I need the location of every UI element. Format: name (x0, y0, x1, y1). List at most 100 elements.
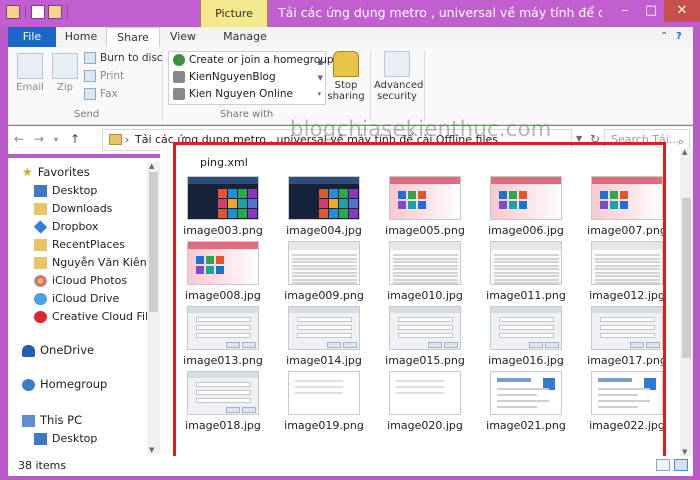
item-count: 38 items (18, 459, 67, 472)
file-thumbnail (187, 241, 259, 285)
minimize-button[interactable]: – (612, 0, 638, 22)
scrollbar-thumb[interactable] (682, 198, 691, 358)
onedrive-icon (22, 344, 35, 357)
tab-home[interactable]: Home (56, 27, 106, 47)
address-dropdown-icon[interactable]: ▼ (576, 134, 582, 143)
folder-icon[interactable] (6, 5, 20, 19)
file-name: image019.png (284, 419, 364, 432)
nav-favorites[interactable]: ★ Favorites (22, 164, 90, 181)
nav-recent-places[interactable]: RecentPlaces (34, 236, 125, 253)
file-item[interactable]: image007.png (581, 176, 673, 240)
file-item[interactable]: image004.jpg (278, 176, 370, 240)
nav-homegroup[interactable]: Homegroup (22, 376, 107, 393)
zip-button[interactable]: Zip (50, 53, 80, 93)
file-thumbnail (591, 176, 663, 220)
email-icon (17, 53, 43, 79)
breadcrumb[interactable]: Tải các ứng dụng metro , universal về má… (129, 133, 498, 146)
back-arrow-icon[interactable]: ← (14, 132, 24, 146)
help-icon[interactable]: ? (676, 31, 682, 42)
file-item[interactable]: image017.png (581, 306, 673, 370)
file-name: image008.jpg (185, 289, 261, 302)
file-item[interactable]: image010.jpg (379, 241, 471, 305)
email-button[interactable]: Email (12, 53, 48, 93)
file-name: image015.png (385, 354, 465, 367)
nav-creative-cloud[interactable]: Creative Cloud Files (34, 308, 160, 325)
file-item[interactable]: image005.png (379, 176, 471, 240)
tab-manage[interactable]: Manage (206, 27, 284, 47)
file-item[interactable]: image020.jpg (379, 371, 471, 435)
downloads-icon (34, 202, 47, 215)
share-item-user[interactable]: KienNguyenBlog (169, 69, 325, 86)
burn-to-disc-button[interactable]: Burn to disc (84, 52, 163, 64)
title-bar: Picture Tools Tải các ứng dụng metro , u… (0, 0, 700, 48)
file-item[interactable]: image021.png (480, 371, 572, 435)
file-item[interactable]: image015.png (379, 306, 471, 370)
ribbon-tabs: File Home Share View Manage ⌃ ? (8, 27, 693, 47)
details-view-icon[interactable] (656, 459, 670, 471)
advanced-security-button[interactable]: Advanced security (374, 51, 423, 102)
print-button[interactable]: Print (84, 70, 124, 82)
content-scrollbar[interactable]: ▲ ▼ (680, 148, 693, 456)
nav-this-pc[interactable]: This PC (22, 412, 82, 429)
file-item[interactable]: image003.png (177, 176, 269, 240)
scroll-up-icon[interactable]: ▲ (149, 162, 154, 170)
scroll-arrows-icon[interactable]: ▲ ▼ ▾ (318, 54, 323, 102)
tab-file[interactable]: File (8, 27, 56, 47)
file-item[interactable]: image009.png (278, 241, 370, 305)
close-button[interactable]: ✕ (664, 0, 700, 22)
scroll-down-icon[interactable]: ▼ (682, 448, 687, 456)
chevron-up-icon[interactable]: ⌃ (660, 31, 668, 42)
file-item[interactable]: image008.jpg (177, 241, 269, 305)
fax-button[interactable]: Fax (84, 88, 118, 100)
share-item-homegroup[interactable]: Create or join a homegroup (169, 52, 334, 69)
file-name: image014.jpg (286, 354, 362, 367)
scroll-up-icon[interactable]: ▲ (682, 148, 687, 156)
nav-icloud-photos[interactable]: iCloud Photos (34, 272, 127, 289)
share-item-user[interactable]: Kien Nguyen Online (169, 86, 325, 103)
file-item[interactable]: image006.jpg (480, 176, 572, 240)
file-thumbnail (288, 306, 360, 350)
file-thumbnail (591, 241, 663, 285)
up-arrow-icon[interactable]: ↑ (70, 132, 80, 146)
file-item[interactable]: image016.jpg (480, 306, 572, 370)
scrollbar-thumb[interactable] (149, 172, 158, 312)
file-item[interactable]: image013.png (177, 306, 269, 370)
file-item[interactable]: image011.png (480, 241, 572, 305)
file-name: image018.jpg (185, 419, 261, 432)
file-name: image013.png (183, 354, 263, 367)
share-with-list[interactable]: Create or join a homegroup KienNguyenBlo… (168, 51, 334, 105)
navigation-scrollbar[interactable]: ▲ ▼ (147, 162, 160, 454)
nav-user-folder[interactable]: Nguyễn Văn Kiên (34, 254, 147, 271)
file-name: image004.jpg (286, 224, 362, 237)
new-folder-icon[interactable] (48, 5, 62, 19)
group-divider (162, 51, 163, 121)
nav-downloads[interactable]: Downloads (34, 200, 112, 217)
forward-arrow-icon[interactable]: → (34, 132, 44, 146)
recent-locations-icon[interactable]: ▾ (54, 135, 58, 144)
nav-desktop[interactable]: Desktop (34, 182, 97, 199)
file-thumbnail (591, 306, 663, 350)
tab-view[interactable]: View (160, 27, 206, 47)
stop-sharing-button[interactable]: Stop sharing (326, 51, 366, 102)
file-item[interactable]: ping.xml (200, 156, 248, 169)
properties-icon[interactable] (31, 5, 45, 19)
nav-icloud-drive[interactable]: iCloud Drive (34, 290, 119, 307)
tab-share[interactable]: Share (106, 27, 160, 47)
breadcrumb-chevron-icon[interactable]: › (125, 130, 129, 150)
nav-dropbox[interactable]: Dropbox (33, 218, 98, 235)
file-item[interactable]: image022.jpg (581, 371, 673, 435)
file-name: image006.jpg (488, 224, 564, 237)
large-icons-view-icon[interactable] (674, 459, 688, 471)
picture-tools-tab[interactable]: Picture Tools (200, 0, 268, 48)
refresh-icon[interactable]: ↻ (590, 132, 600, 146)
nav-desktop[interactable]: Desktop (34, 430, 97, 447)
file-item[interactable]: image014.jpg (278, 306, 370, 370)
maximize-button[interactable]: □ (638, 0, 664, 22)
nav-onedrive[interactable]: OneDrive (22, 342, 94, 359)
scroll-down-icon[interactable]: ▼ (149, 446, 154, 454)
file-item[interactable]: image012.jpg (581, 241, 673, 305)
file-item[interactable]: image019.png (278, 371, 370, 435)
file-name: image007.png (587, 224, 667, 237)
status-bar: 38 items (8, 456, 693, 476)
file-item[interactable]: image018.jpg (177, 371, 269, 435)
